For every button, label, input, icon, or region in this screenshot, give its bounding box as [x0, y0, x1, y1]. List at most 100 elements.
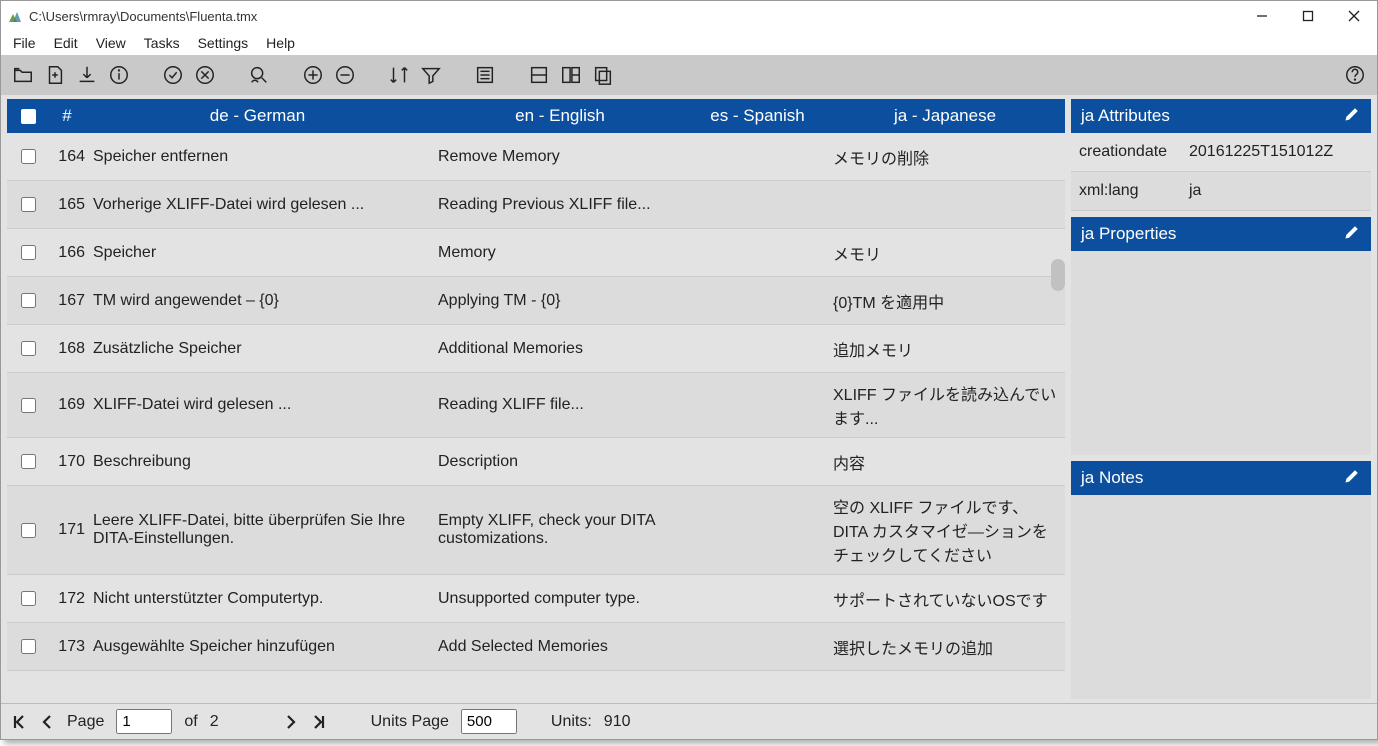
table-row[interactable]: 173Ausgewählte Speicher hinzufügenAdd Se…: [7, 623, 1065, 671]
row-checkbox[interactable]: [21, 398, 36, 413]
attribute-row[interactable]: creationdate20161225T151012Z: [1071, 133, 1371, 172]
columns-icon[interactable]: [559, 63, 583, 87]
attributes-title: ja Attributes: [1081, 106, 1170, 126]
check-circle-icon[interactable]: [161, 63, 185, 87]
next-page-button[interactable]: [283, 714, 299, 730]
cell-de[interactable]: Zusätzliche Speicher: [85, 340, 430, 358]
cell-en[interactable]: Additional Memories: [430, 340, 690, 358]
maximize-button[interactable]: [1285, 1, 1331, 31]
table-row[interactable]: 169XLIFF-Datei wird gelesen ...Reading X…: [7, 373, 1065, 438]
cell-ja[interactable]: 選択したメモリの追加: [825, 635, 1065, 659]
cell-de[interactable]: Leere XLIFF-Datei, bitte überprüfen Sie …: [85, 512, 430, 548]
table-row[interactable]: 168Zusätzliche SpeicherAdditional Memori…: [7, 325, 1065, 373]
row-checkbox[interactable]: [21, 293, 36, 308]
cell-ja[interactable]: XLIFF ファイルを読み込んでいます...: [825, 381, 1065, 429]
minimize-button[interactable]: [1239, 1, 1285, 31]
cell-ja[interactable]: メモリの削除: [825, 145, 1065, 169]
attribute-row[interactable]: xml:langja: [1071, 172, 1371, 211]
notes-title: ja Notes: [1081, 468, 1143, 488]
prev-page-button[interactable]: [39, 714, 55, 730]
titlebar: C:\Users\rmray\Documents\Fluenta.tmx: [1, 1, 1377, 31]
table-row[interactable]: 172Nicht unterstützter Computertyp.Unsup…: [7, 575, 1065, 623]
page-input[interactable]: [116, 709, 172, 734]
row-checkbox[interactable]: [21, 639, 36, 654]
menu-settings[interactable]: Settings: [198, 35, 249, 51]
close-button[interactable]: [1331, 1, 1377, 31]
table-row[interactable]: 164Speicher entfernenRemove Memoryメモリの削除: [7, 133, 1065, 181]
row-checkbox[interactable]: [21, 454, 36, 469]
table-row[interactable]: 167TM wird angewendet – {0}Applying TM -…: [7, 277, 1065, 325]
filter-icon[interactable]: [419, 63, 443, 87]
form-icon[interactable]: [473, 63, 497, 87]
table-row[interactable]: 170BeschreibungDescription内容: [7, 438, 1065, 486]
new-file-icon[interactable]: [43, 63, 67, 87]
scrollbar-thumb[interactable]: [1051, 259, 1065, 291]
cell-en[interactable]: Applying TM - {0}: [430, 292, 690, 310]
notes-body: [1071, 495, 1371, 699]
row-checkbox[interactable]: [21, 197, 36, 212]
info-icon[interactable]: [107, 63, 131, 87]
last-page-button[interactable]: [311, 714, 327, 730]
row-checkbox[interactable]: [21, 591, 36, 606]
window-title: C:\Users\rmray\Documents\Fluenta.tmx: [29, 9, 1239, 24]
cancel-circle-icon[interactable]: [193, 63, 217, 87]
replace-icon[interactable]: [247, 63, 271, 87]
units-page-input[interactable]: [461, 709, 517, 734]
cell-en[interactable]: Reading XLIFF file...: [430, 396, 690, 414]
copy-icon[interactable]: [591, 63, 615, 87]
cell-ja[interactable]: {0}TM を適用中: [825, 289, 1065, 313]
cell-en[interactable]: Remove Memory: [430, 148, 690, 166]
cell-en[interactable]: Add Selected Memories: [430, 638, 690, 656]
cell-de[interactable]: XLIFF-Datei wird gelesen ...: [85, 396, 430, 414]
cell-ja[interactable]: 空の XLIFF ファイルです、DITA カスタマイゼ―ションをチェックしてくだ…: [825, 494, 1065, 566]
cell-de[interactable]: Speicher entfernen: [85, 148, 430, 166]
remove-circle-icon[interactable]: [333, 63, 357, 87]
cell-de[interactable]: Ausgewählte Speicher hinzufügen: [85, 638, 430, 656]
cell-en[interactable]: Unsupported computer type.: [430, 590, 690, 608]
menu-view[interactable]: View: [96, 35, 126, 51]
attr-key: xml:lang: [1079, 182, 1189, 200]
col-es[interactable]: es - Spanish: [690, 106, 825, 126]
cell-de[interactable]: Speicher: [85, 244, 430, 262]
edit-icon[interactable]: [1343, 223, 1361, 246]
toolbar: [1, 55, 1377, 95]
cell-ja[interactable]: 追加メモリ: [825, 337, 1065, 361]
cell-de[interactable]: Beschreibung: [85, 453, 430, 471]
edit-icon[interactable]: [1343, 467, 1361, 490]
download-icon[interactable]: [75, 63, 99, 87]
rows-icon[interactable]: [527, 63, 551, 87]
row-checkbox[interactable]: [21, 523, 36, 538]
cell-en[interactable]: Reading Previous XLIFF file...: [430, 196, 690, 214]
col-number[interactable]: #: [49, 106, 85, 126]
help-icon[interactable]: [1343, 63, 1367, 87]
menu-edit[interactable]: Edit: [54, 35, 78, 51]
cell-en[interactable]: Description: [430, 453, 690, 471]
table-row[interactable]: 165Vorherige XLIFF-Datei wird gelesen ..…: [7, 181, 1065, 229]
row-number: 168: [49, 340, 85, 358]
cell-ja[interactable]: サポートされていないOSです: [825, 587, 1065, 611]
sort-icon[interactable]: [387, 63, 411, 87]
edit-icon[interactable]: [1343, 105, 1361, 128]
cell-ja[interactable]: メモリ: [825, 241, 1065, 265]
table-row[interactable]: 171Leere XLIFF-Datei, bitte überprüfen S…: [7, 486, 1065, 575]
cell-ja[interactable]: 内容: [825, 450, 1065, 474]
col-en[interactable]: en - English: [430, 106, 690, 126]
cell-de[interactable]: Nicht unterstützter Computertyp.: [85, 590, 430, 608]
cell-en[interactable]: Empty XLIFF, check your DITA customizati…: [430, 512, 690, 548]
select-all-checkbox[interactable]: [21, 109, 36, 124]
col-de[interactable]: de - German: [85, 106, 430, 126]
table-row[interactable]: 166SpeicherMemoryメモリ: [7, 229, 1065, 277]
menu-tasks[interactable]: Tasks: [144, 35, 180, 51]
menu-file[interactable]: File: [13, 35, 36, 51]
cell-de[interactable]: TM wird angewendet – {0}: [85, 292, 430, 310]
cell-en[interactable]: Memory: [430, 244, 690, 262]
col-ja[interactable]: ja - Japanese: [825, 106, 1065, 126]
row-checkbox[interactable]: [21, 341, 36, 356]
first-page-button[interactable]: [11, 714, 27, 730]
cell-de[interactable]: Vorherige XLIFF-Datei wird gelesen ...: [85, 196, 430, 214]
menu-help[interactable]: Help: [266, 35, 295, 51]
add-circle-icon[interactable]: [301, 63, 325, 87]
row-checkbox[interactable]: [21, 245, 36, 260]
open-icon[interactable]: [11, 63, 35, 87]
row-checkbox[interactable]: [21, 149, 36, 164]
